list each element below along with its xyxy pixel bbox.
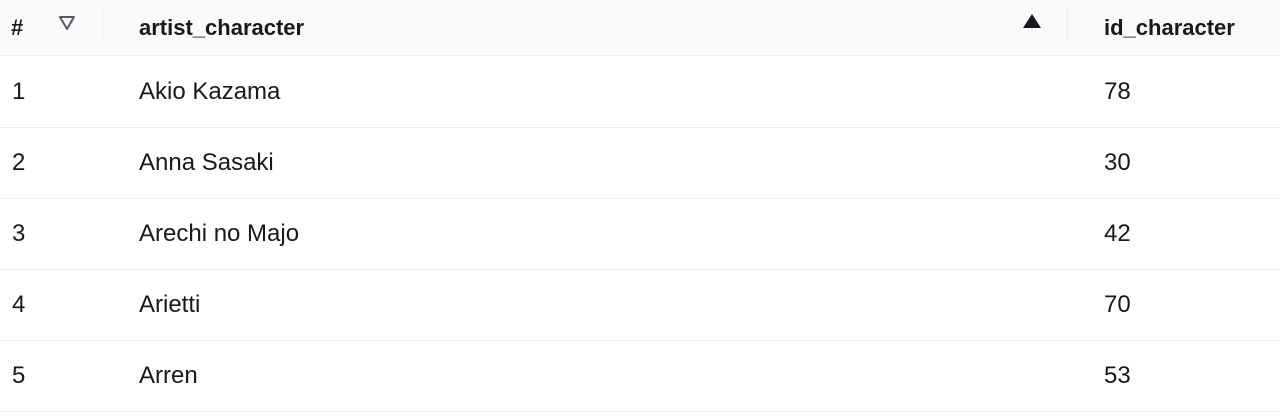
filter-icon[interactable]: [57, 13, 77, 33]
row-index-cell: 2: [12, 149, 26, 176]
column-divider[interactable]: [1067, 8, 1068, 40]
id-character-cell: 42: [1104, 220, 1131, 247]
id-character-cell: 78: [1104, 78, 1131, 105]
table-row: 5 Arren 53: [0, 341, 1280, 412]
row-index-cell: 3: [12, 220, 26, 247]
table-row: 3 Arechi no Majo 42: [0, 199, 1280, 270]
column-header-index[interactable]: #: [11, 0, 23, 56]
row-index-cell: 5: [12, 362, 26, 389]
table-row: 2 Anna Sasaki 30: [0, 128, 1280, 199]
artist-character-cell: Akio Kazama: [139, 78, 281, 105]
id-character-cell: 53: [1104, 362, 1131, 389]
artist-character-cell: Arechi no Majo: [139, 220, 300, 247]
artist-character-cell: Arietti: [139, 291, 201, 318]
row-index-cell: 1: [12, 78, 26, 105]
row-index-cell: 4: [12, 291, 26, 318]
column-header-id-character[interactable]: id_character: [1104, 0, 1235, 56]
artist-character-cell: Anna Sasaki: [139, 149, 274, 176]
id-character-cell: 70: [1104, 291, 1131, 318]
artist-character-cell: Arren: [139, 362, 198, 389]
results-table: # artist_character id_character 1 Akio K…: [0, 0, 1280, 416]
table-header-row: # artist_character id_character: [0, 0, 1280, 56]
column-header-artist-character[interactable]: artist_character: [139, 0, 304, 56]
table-row: 1 Akio Kazama 78: [0, 57, 1280, 128]
sort-ascending-icon[interactable]: [1021, 12, 1043, 30]
table-row: 4 Arietti 70: [0, 270, 1280, 341]
id-character-cell: 30: [1104, 149, 1131, 176]
column-divider[interactable]: [102, 8, 103, 40]
